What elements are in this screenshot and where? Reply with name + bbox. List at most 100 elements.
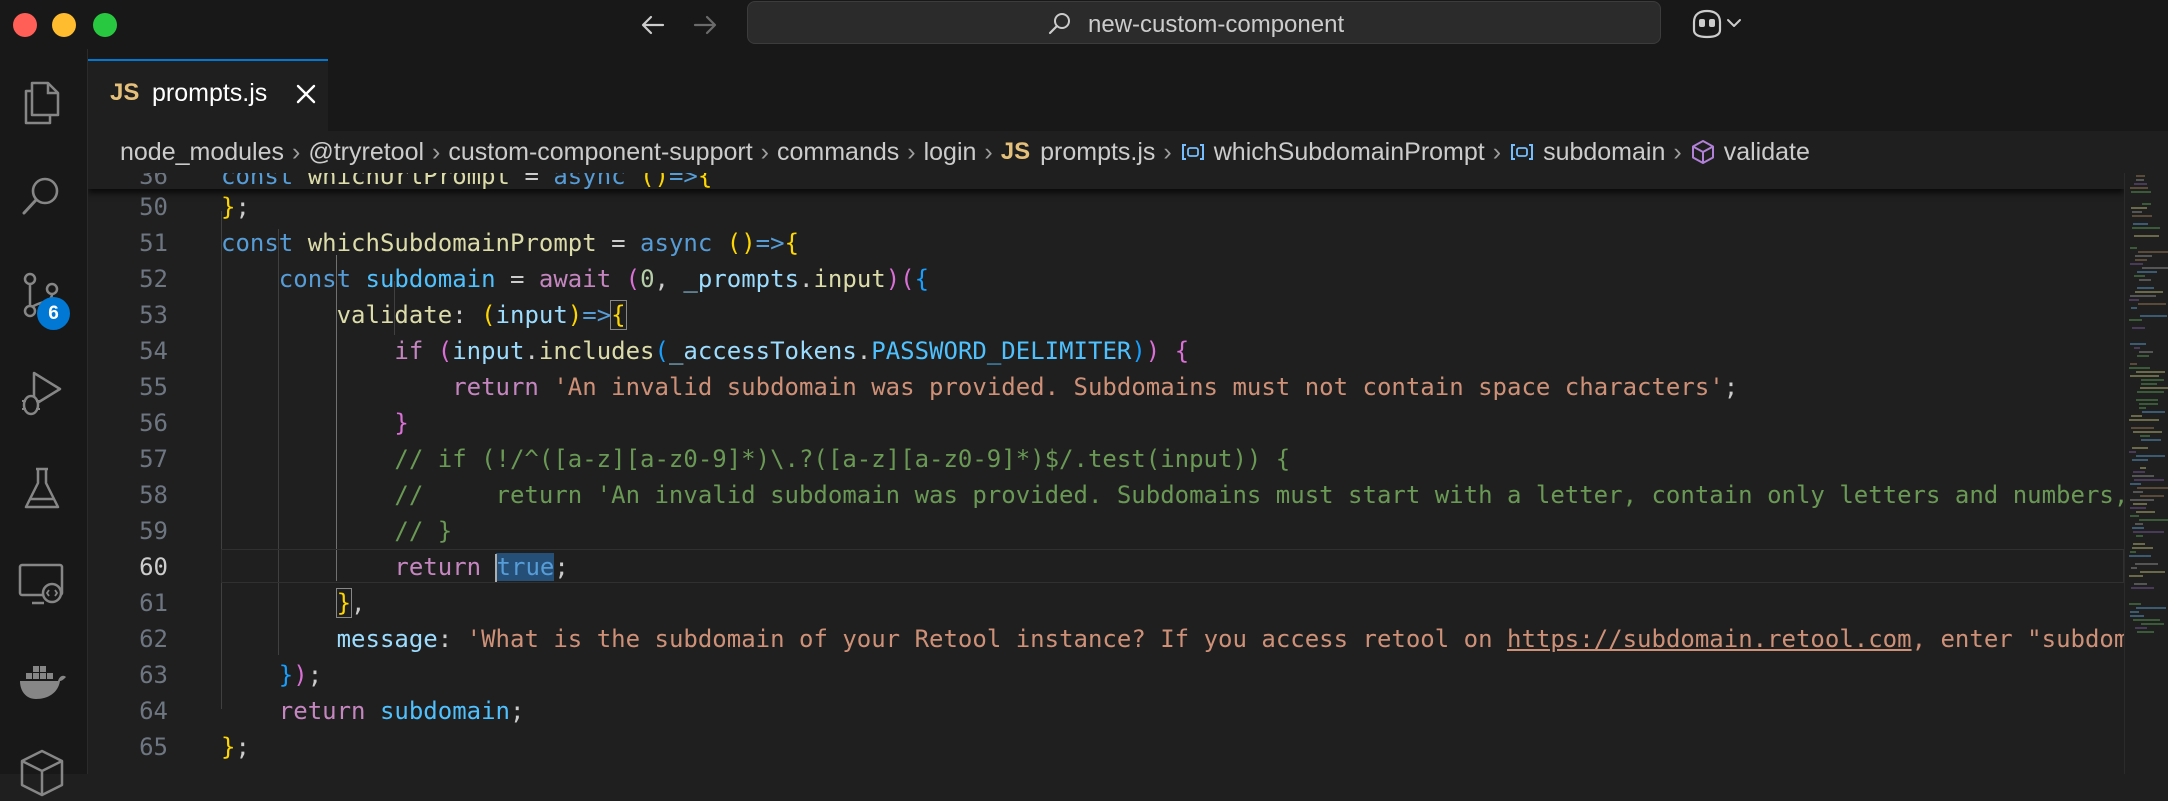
- code-line[interactable]: 62 message: 'What is the subdomain of yo…: [88, 621, 2124, 657]
- minimap-line: [2136, 175, 2145, 177]
- minimap-line: [2130, 499, 2154, 501]
- command-center-text: new-custom-component: [1088, 11, 1345, 38]
- breadcrumb-label: whichSubdomainPrompt: [1213, 137, 1485, 166]
- minimap-line: [2141, 379, 2164, 381]
- minimap-line: [2140, 315, 2167, 317]
- line-number: 55: [139, 373, 168, 401]
- code-text: // if (!/^([a-z][a-z0-9]*)\.?([a-z][a-z0…: [221, 441, 1290, 477]
- chevron-right-icon: ›: [1673, 137, 1682, 166]
- minimap-line: [2133, 531, 2164, 533]
- code-text: };: [221, 193, 250, 221]
- code-line[interactable]: 56 }: [88, 405, 2124, 441]
- code-line[interactable]: 58 // return 'An invalid subdomain was p…: [88, 477, 2124, 513]
- chevron-right-icon: ›: [292, 137, 301, 166]
- docker-whale-icon[interactable]: [14, 653, 70, 709]
- code-line[interactable]: 53 validate: (input)=>{: [88, 297, 2124, 333]
- testing-flask-icon[interactable]: [14, 461, 70, 517]
- variable-icon: [1511, 144, 1534, 160]
- minimap-line: [2140, 435, 2150, 437]
- minimap-line: [2142, 411, 2165, 413]
- function-name: whichUrlPrompt: [307, 173, 510, 190]
- code-text: // return 'An invalid subdomain was prov…: [221, 477, 2124, 513]
- minimap-line: [2130, 551, 2136, 553]
- zoom-window-button[interactable]: [93, 13, 117, 37]
- minimap-line: [2130, 295, 2156, 297]
- minimap-line: [2129, 603, 2141, 605]
- code-line[interactable]: 52 const subdomain = await (0, _prompts.…: [88, 261, 2124, 297]
- breadcrumb-item-custom-component-support[interactable]: custom-component-support: [448, 138, 752, 167]
- minimap-line: [2135, 627, 2147, 629]
- breadcrumb-item-prompts-js[interactable]: JS prompts.js: [1001, 138, 1156, 167]
- function-name: whichSubdomainPrompt: [307, 229, 597, 257]
- sticky-scroll-header[interactable]: 36 const whichUrlPrompt = async ()=>{: [88, 173, 2124, 190]
- minimize-window-button[interactable]: [52, 13, 76, 37]
- code-editor[interactable]: 36 const whichUrlPrompt = async ()=>{ 50…: [88, 173, 2124, 774]
- code-text: validate: (input)=>{: [336, 300, 627, 330]
- minimap-line: [2130, 247, 2137, 249]
- run-debug-icon[interactable]: [14, 365, 70, 421]
- minimap-line: [2130, 515, 2139, 517]
- minimap-line: [2134, 479, 2164, 481]
- minimap-line: [2130, 343, 2146, 345]
- breadcrumb-label: commands: [777, 137, 900, 166]
- line-number: 50: [139, 193, 168, 221]
- remote-explorer-icon[interactable]: [14, 557, 70, 613]
- close-window-button[interactable]: [13, 13, 37, 37]
- minimap-line: [2131, 567, 2137, 569]
- breadcrumb-label: subdomain: [1543, 137, 1666, 166]
- line-number: 59: [139, 517, 168, 545]
- function-name: input: [813, 265, 886, 293]
- code-line[interactable]: 57 // if (!/^([a-z][a-z0-9]*)\.?([a-z][a…: [88, 441, 2124, 477]
- minimap-line: [2133, 491, 2143, 493]
- explorer-files-icon[interactable]: [14, 75, 70, 131]
- code-line[interactable]: 50 };: [88, 189, 2124, 225]
- breadcrumb-label: node_modules: [120, 137, 285, 166]
- minimap-line: [2135, 291, 2163, 293]
- code-line[interactable]: 55 return 'An invalid subdomain was prov…: [88, 369, 2124, 405]
- code-line[interactable]: 54 if (input.includes(_accessTokens.PASS…: [88, 333, 2124, 369]
- close-icon[interactable]: [295, 83, 317, 105]
- arrow-right-icon[interactable]: [690, 10, 720, 40]
- code-line[interactable]: 63 });: [88, 657, 2124, 693]
- minimap-line: [2132, 475, 2154, 477]
- breadcrumb-item-commands[interactable]: commands: [777, 138, 899, 167]
- breadcrumb-item-node-modules[interactable]: node_modules: [120, 138, 284, 167]
- boolean-token: true: [496, 553, 555, 581]
- minimap-line: [2134, 347, 2140, 349]
- code-line[interactable]: 61 },: [88, 585, 2124, 621]
- minimap-line: [2131, 207, 2147, 209]
- breadcrumb-item-subdomain[interactable]: subdomain: [1509, 138, 1665, 167]
- command-center-search[interactable]: new-custom-component: [747, 1, 1661, 44]
- code-line[interactable]: 65 };: [88, 729, 2124, 765]
- code-line[interactable]: 59 // }: [88, 513, 2124, 549]
- line-number: 58: [139, 481, 168, 509]
- search-icon[interactable]: [14, 169, 70, 225]
- minimap-line: [2141, 439, 2161, 441]
- breadcrumb-item-login[interactable]: login: [924, 138, 977, 167]
- breadcrumb-item-which-subdomain-prompt[interactable]: whichSubdomainPrompt: [1180, 138, 1485, 167]
- comment-token: // return 'An invalid subdomain was prov…: [394, 481, 2124, 509]
- minimap-line: [2140, 571, 2165, 573]
- code-line[interactable]: 51 const whichSubdomainPrompt = async ()…: [88, 225, 2124, 261]
- source-control-badge: 6: [37, 297, 70, 330]
- copilot-icon[interactable]: [1688, 8, 1750, 40]
- minimap-line: [2137, 355, 2149, 357]
- code-line[interactable]: 64 return subdomain;: [88, 693, 2124, 729]
- url-link[interactable]: https://subdomain.retool.com: [1507, 625, 1912, 653]
- minimap-line: [2135, 563, 2158, 565]
- minimap-line: [2132, 547, 2153, 549]
- minimap-line: [2139, 407, 2146, 409]
- minimap[interactable]: [2124, 173, 2168, 774]
- line-number: 62: [139, 625, 168, 653]
- arrow-left-icon[interactable]: [638, 10, 668, 40]
- breadcrumb-item-validate[interactable]: validate: [1690, 138, 1810, 167]
- title-bar: new-custom-component: [0, 0, 2168, 49]
- breadcrumb-item-tryretool[interactable]: @tryretool: [308, 138, 424, 167]
- minimap-line: [2131, 307, 2137, 309]
- code-line-current[interactable]: 60 return true;: [88, 549, 2124, 585]
- minimap-line: [2136, 371, 2165, 373]
- minimap-line: [2139, 351, 2153, 353]
- extension-cube-icon[interactable]: [14, 745, 70, 801]
- tab-prompts-js[interactable]: JS prompts.js: [88, 59, 328, 131]
- minimap-line: [2129, 419, 2159, 421]
